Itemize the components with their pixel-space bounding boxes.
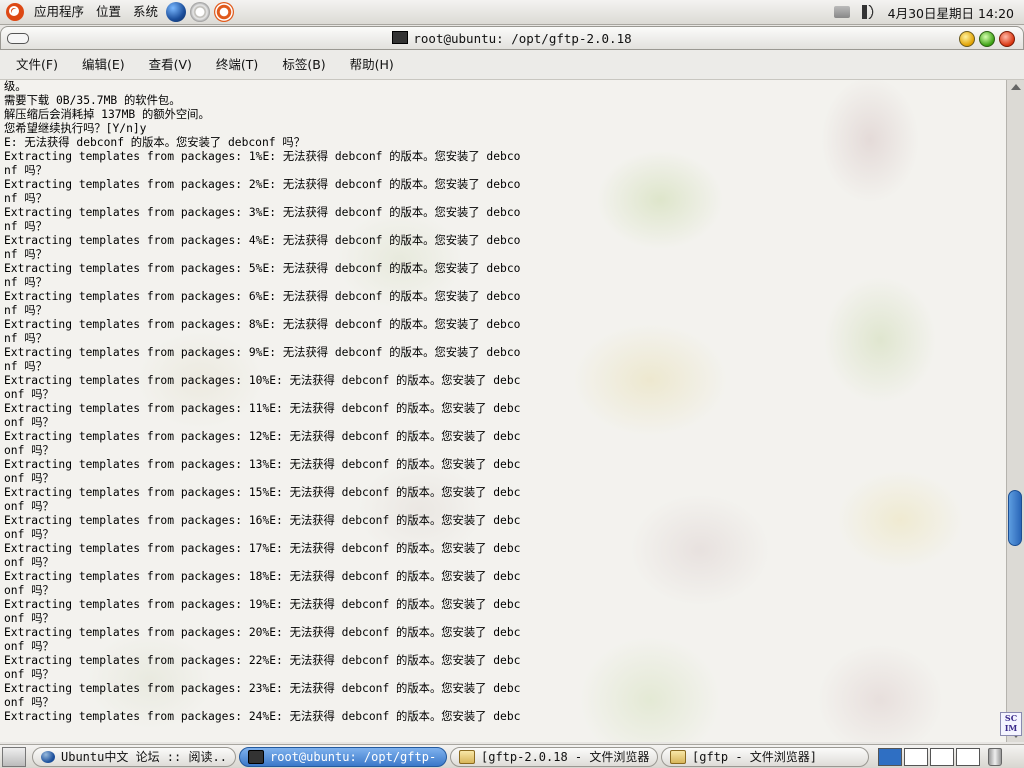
- scim-icon-line1: SC: [1004, 713, 1018, 723]
- printer-icon[interactable]: [833, 6, 850, 18]
- task-label: [gftp-2.0.18 - 文件浏览器]: [481, 750, 649, 764]
- scim-icon[interactable]: SC IM: [1000, 712, 1022, 736]
- terminal-menubar: 文件(F) 编辑(E) 查看(V) 终端(T) 标签(B) 帮助(H): [0, 50, 1024, 80]
- bottom-panel: Ubuntu中文 论坛 :: 阅读... root@ubuntu: /opt/g…: [0, 744, 1024, 768]
- maximize-button[interactable]: [979, 31, 995, 47]
- terminal-scrollbar[interactable]: [1006, 80, 1024, 742]
- task-browser[interactable]: Ubuntu中文 论坛 :: 阅读...: [32, 746, 236, 767]
- window-title-text: root@ubuntu: /opt/gftp-2.0.18: [413, 31, 632, 46]
- task-file-browser-gftp-2-0-18[interactable]: [gftp-2.0.18 - 文件浏览器]: [450, 746, 658, 767]
- terminal-icon: [392, 31, 409, 44]
- menu-places[interactable]: 位置: [90, 0, 127, 24]
- ubuntu-logo-icon[interactable]: [6, 3, 24, 21]
- browser-icon[interactable]: [166, 2, 187, 22]
- task-terminal[interactable]: root@ubuntu: /opt/gftp-...: [239, 746, 447, 767]
- menu-applications[interactable]: 应用程序: [28, 0, 90, 24]
- menu-tabs[interactable]: 标签(B): [274, 50, 333, 80]
- folder-icon: [459, 749, 475, 764]
- window-titlebar[interactable]: root@ubuntu: /opt/gftp-2.0.18: [0, 26, 1024, 50]
- workspace-3[interactable]: [930, 747, 954, 766]
- mail-icon[interactable]: [190, 2, 211, 22]
- window-title: root@ubuntu: /opt/gftp-2.0.18: [1, 27, 1023, 50]
- terminal-window: root@ubuntu: /opt/gftp-2.0.18 文件(F) 编辑(E…: [0, 26, 1024, 742]
- workspace-1[interactable]: [878, 747, 902, 766]
- task-label: root@ubuntu: /opt/gftp-...: [270, 749, 438, 764]
- minimize-button[interactable]: [959, 31, 975, 47]
- task-label: [gftp - 文件浏览器]: [692, 750, 818, 764]
- workspace-switcher: [878, 747, 980, 766]
- task-label: Ubuntu中文 论坛 :: 阅读...: [61, 750, 227, 764]
- workspace-2[interactable]: [904, 747, 928, 766]
- help-icon[interactable]: [214, 2, 235, 22]
- terminal-output[interactable]: 级。 需要下载 0B/35.7MB 的软件包。 解压缩后会消耗掉 137MB 的…: [0, 80, 1006, 742]
- trash-icon[interactable]: [988, 747, 1002, 766]
- panel-tray: 4月30日星期日 14:20: [828, 0, 1024, 24]
- close-button[interactable]: [999, 31, 1015, 47]
- task-file-browser-gftp[interactable]: [gftp - 文件浏览器]: [661, 746, 869, 767]
- workspace-4[interactable]: [956, 747, 980, 766]
- show-desktop-icon[interactable]: [2, 746, 26, 767]
- folder-icon: [670, 749, 686, 764]
- menu-file[interactable]: 文件(F): [8, 50, 66, 80]
- window-controls: [959, 31, 1015, 47]
- scrollbar-thumb[interactable]: [1008, 490, 1022, 546]
- menu-view[interactable]: 查看(V): [141, 50, 200, 80]
- menu-system[interactable]: 系统: [127, 0, 164, 24]
- volume-icon[interactable]: [861, 5, 878, 19]
- scim-icon-line2: IM: [1004, 723, 1018, 733]
- globe-icon: [41, 750, 55, 763]
- menu-terminal[interactable]: 终端(T): [208, 50, 266, 80]
- top-panel: 应用程序 位置 系统 4月30日星期日 14:20: [0, 0, 1024, 25]
- menu-help[interactable]: 帮助(H): [342, 50, 402, 80]
- terminal-text[interactable]: 级。 需要下载 0B/35.7MB 的软件包。 解压缩后会消耗掉 137MB 的…: [0, 80, 1006, 724]
- scroll-up-icon[interactable]: [1011, 84, 1021, 90]
- clock[interactable]: 4月30日星期日 14:20: [884, 3, 1024, 22]
- menu-edit[interactable]: 编辑(E): [74, 50, 133, 80]
- terminal-icon: [248, 749, 264, 764]
